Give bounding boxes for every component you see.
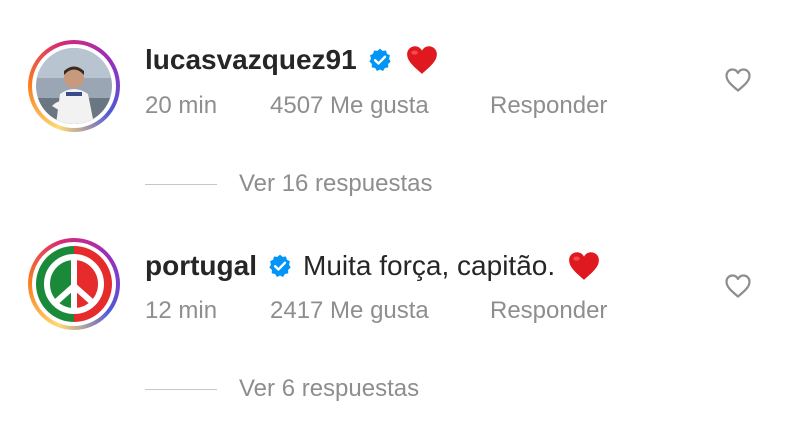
peace-symbol-icon [36,246,112,322]
view-replies[interactable]: Ver 16 respuestas [145,167,432,201]
comment-text: Muita força, capitão. [303,250,556,281]
avatar[interactable] [36,246,112,322]
comment-item: portugal Muita força, capitão. 12 min 24… [0,0,800,330]
verified-badge-icon [267,253,293,279]
view-replies-label[interactable]: Ver 16 respuestas [239,170,432,198]
username[interactable]: portugal [145,250,257,282]
reply-button[interactable]: Responder [490,297,607,325]
comment-header: portugal Muita força, capitão. [145,246,601,286]
red-heart-emoji [567,250,601,282]
divider-line [145,183,217,185]
like-count[interactable]: 2417 Me gusta [270,297,490,325]
comment-meta: 12 min 2417 Me gusta Responder [145,293,607,329]
heart-outline-icon[interactable] [724,273,752,299]
view-replies[interactable]: Ver 6 respuestas [145,372,419,406]
story-ring[interactable] [28,238,120,330]
comment-time: 12 min [145,297,218,324]
divider-line [145,388,217,390]
view-replies-label[interactable]: Ver 6 respuestas [239,375,419,403]
